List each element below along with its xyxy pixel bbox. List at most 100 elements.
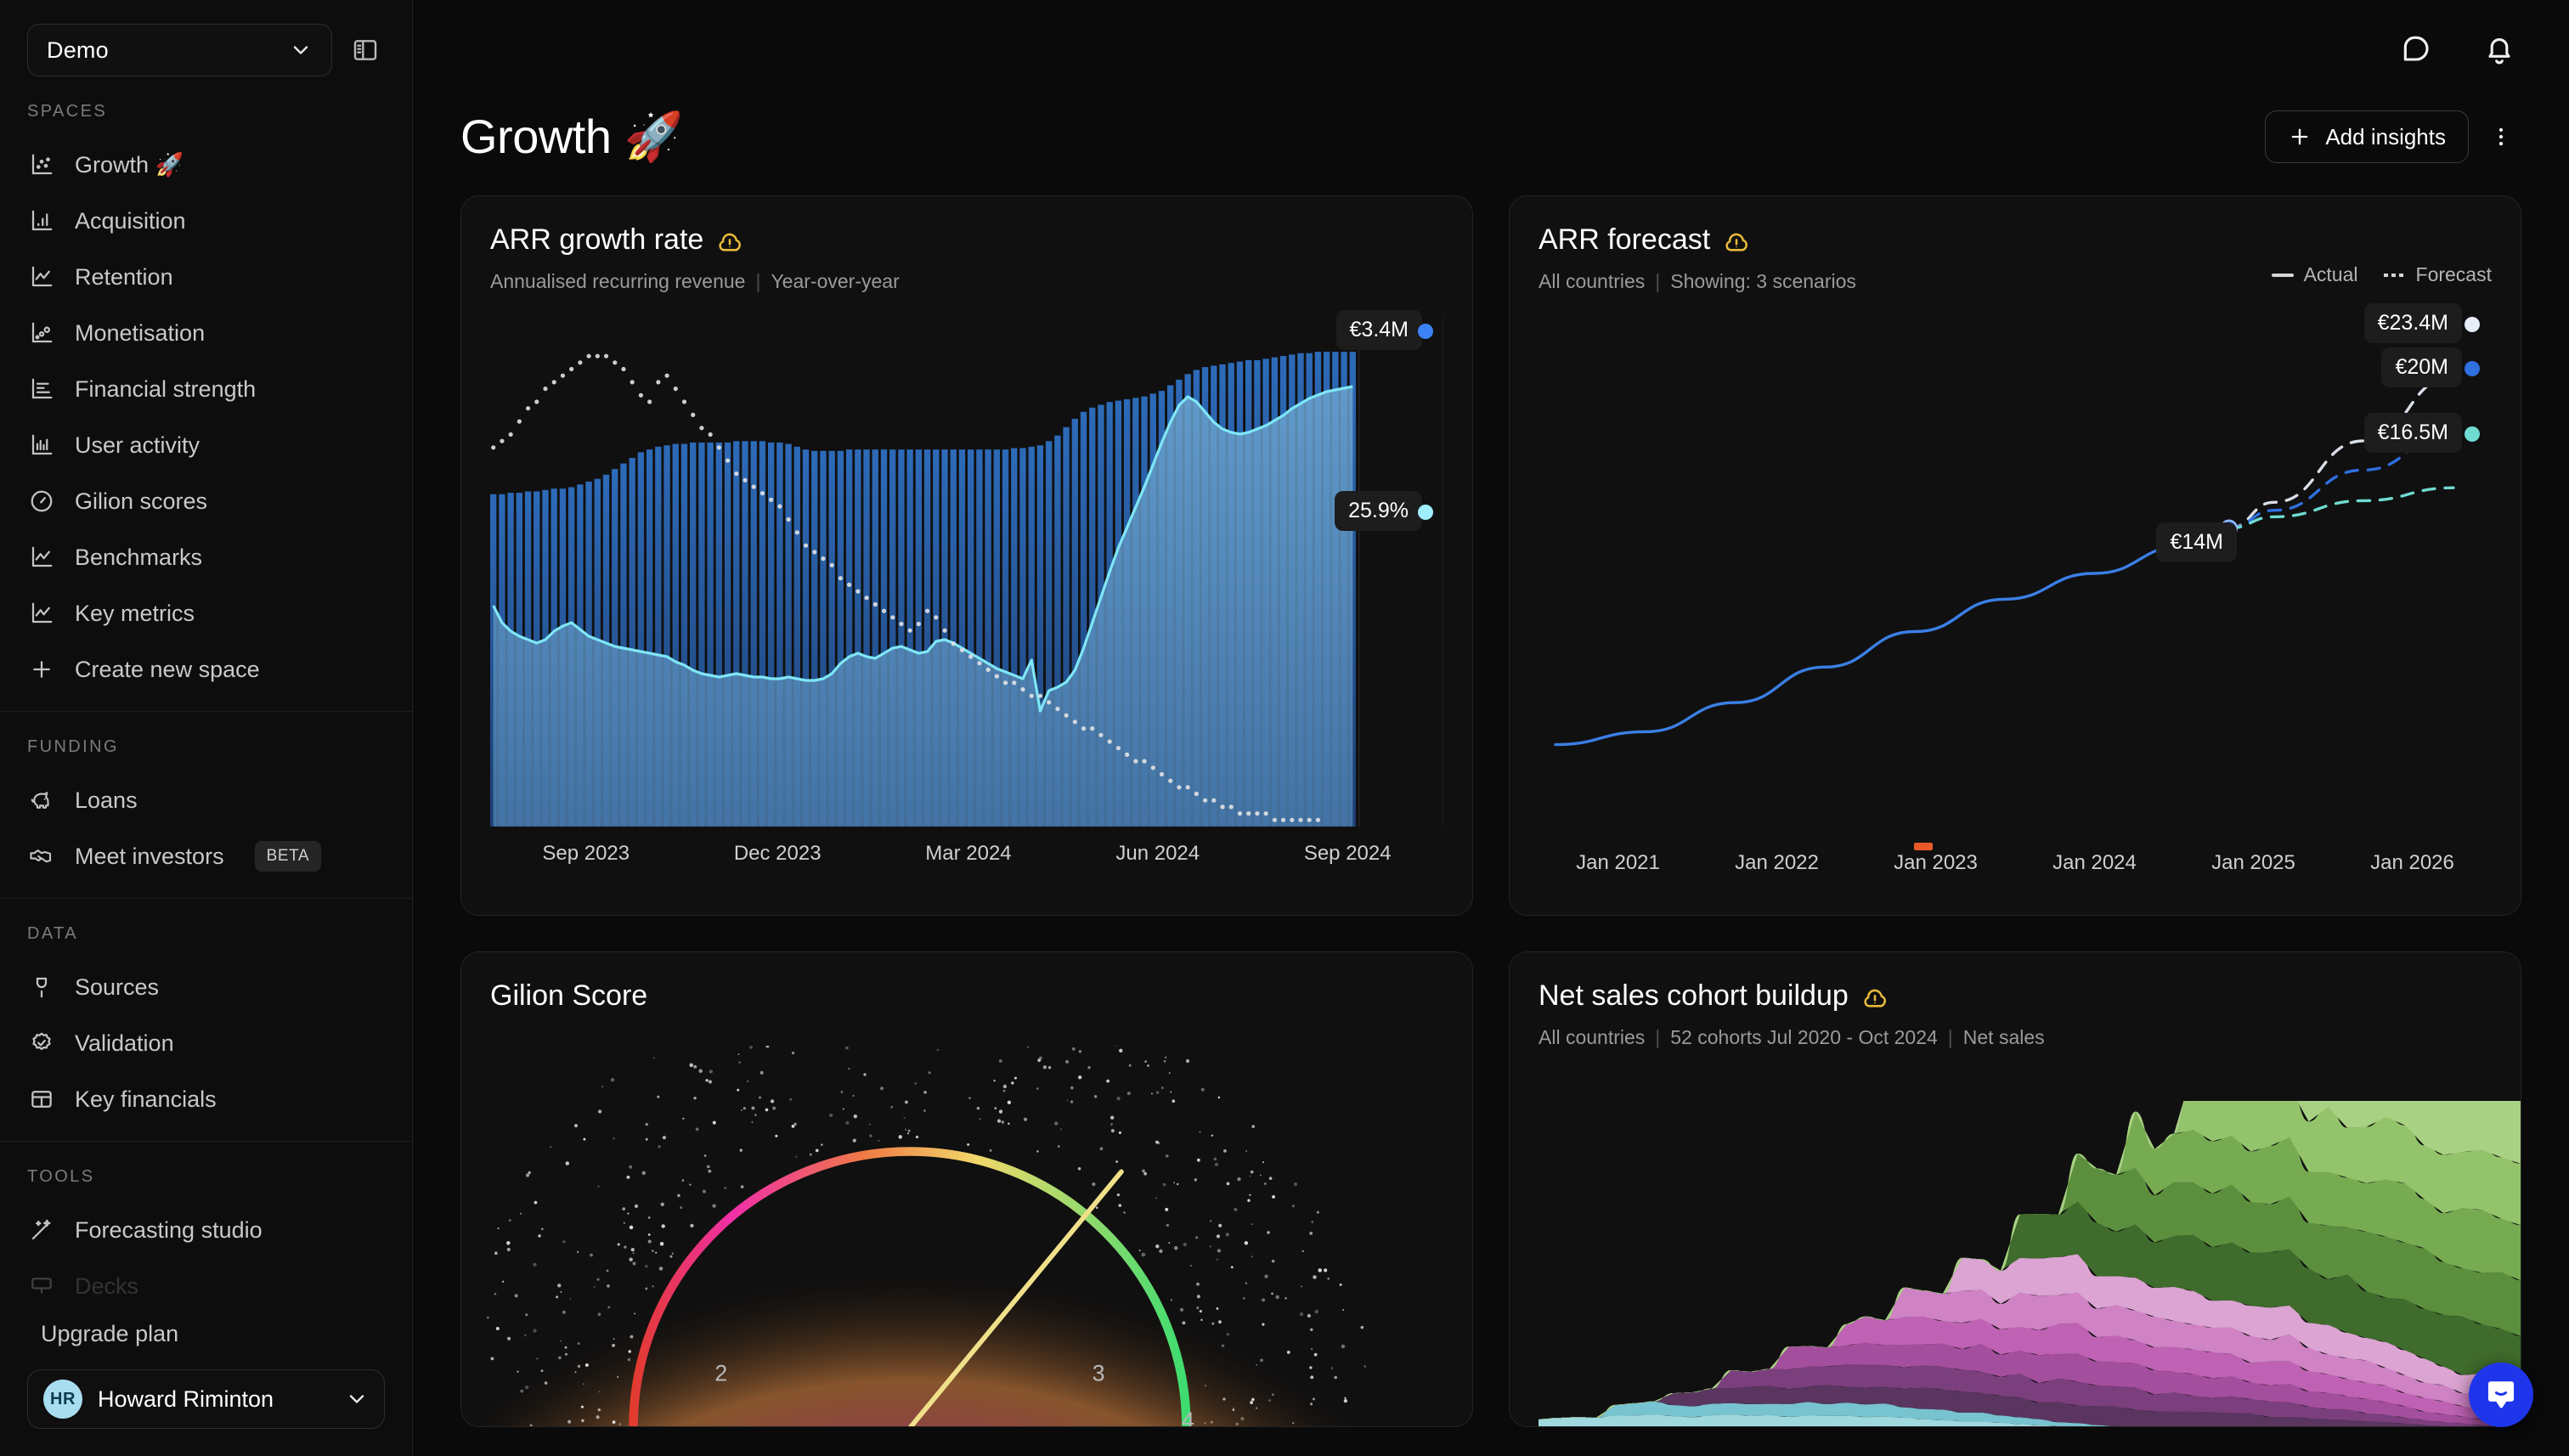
sidebar-item-label: Acquisition: [75, 207, 186, 234]
gauge-icon: [27, 487, 56, 516]
legend-swatch-dotted: [2383, 273, 2406, 277]
insights-grid: ARR growth rate Annualised recurring rev…: [413, 165, 2569, 1427]
sidebar-item-user-activity[interactable]: User activity: [0, 417, 412, 473]
sidebar-group-spaces: SPACES Growth 🚀 Acquisition Retention Mo…: [0, 76, 412, 711]
chevron-down-icon: [289, 38, 313, 62]
chevron-down-icon: [345, 1387, 369, 1411]
sidebar-item-acquisition[interactable]: Acquisition: [0, 193, 412, 249]
sidebar-panel-icon[interactable]: [346, 31, 385, 70]
sidebar-item-label: User activity: [75, 432, 200, 458]
legend-item-actual[interactable]: Actual: [2271, 263, 2358, 286]
forecast-mid-marker: [2465, 361, 2480, 376]
line-chart-icon: [27, 543, 56, 572]
sidebar-item-gilion-scores[interactable]: Gilion scores: [0, 473, 412, 529]
cohort-stream-svg: [1539, 1101, 2521, 1426]
sidebar-item-benchmarks[interactable]: Benchmarks: [0, 529, 412, 585]
warning-cloud-icon: [1860, 982, 1889, 1011]
forecast-high-tag: €23.4M: [2363, 303, 2462, 343]
sidebar-item-sources[interactable]: Sources: [0, 959, 412, 1015]
sidebar-item-label: Growth 🚀: [75, 152, 184, 178]
gauge-tick-label: 2: [714, 1360, 727, 1385]
chart-legend: Actual Forecast: [2271, 263, 2492, 286]
x-tick: Jan 2024: [2052, 850, 2137, 877]
sidebar: Demo SPACES Growth 🚀 Acquisition Retenti…: [0, 0, 413, 1456]
horizontal-bar-icon: [27, 375, 56, 404]
magic-wand-icon: [27, 1216, 56, 1244]
sidebar-footer: Upgrade plan HR Howard Riminton: [0, 1306, 412, 1456]
add-insights-button[interactable]: Add insights: [2265, 110, 2469, 163]
arr-forecast-x-axis: Jan 2021 Jan 2022 Jan 2023 Jan 2024 Jan …: [1539, 850, 2492, 877]
sidebar-item-label: Create new space: [75, 656, 260, 682]
sidebar-item-label: Meet investors: [75, 843, 224, 869]
x-tick: Mar 2024: [925, 842, 1012, 865]
sidebar-item-monetisation[interactable]: Monetisation: [0, 305, 412, 361]
card-title-text: Gilion Score: [490, 979, 648, 1012]
chat-bubble-icon[interactable]: [2396, 28, 2440, 72]
add-insights-label: Add insights: [2325, 123, 2446, 150]
sidebar-item-label: Retention: [75, 263, 173, 290]
line-chart-icon: [27, 262, 56, 291]
subtitle-part: Net sales: [1962, 1026, 2045, 1048]
growth-value-tag: 25.9%: [1335, 491, 1422, 531]
arr-forecast-plot: €14M €23.4M €20M €16.5M: [1539, 303, 2492, 850]
timeline-marker: [1914, 843, 1934, 850]
sidebar-item-decks[interactable]: Decks: [0, 1258, 412, 1306]
sidebar-group-label: SPACES: [27, 102, 108, 121]
sidebar-item-validation[interactable]: Validation: [0, 1015, 412, 1071]
x-tick-text: Jan 2021: [1576, 851, 1660, 874]
intercom-chat-icon[interactable]: [2469, 1363, 2533, 1427]
bubble-chart-icon: [27, 319, 56, 347]
sidebar-item-label: Monetisation: [75, 319, 206, 346]
column-chart-icon: [27, 431, 56, 460]
sidebar-item-label: Forecasting studio: [75, 1216, 263, 1243]
subtitle-part: Year-over-year: [771, 270, 900, 292]
sidebar-item-retention[interactable]: Retention: [0, 249, 412, 305]
legend-item-forecast[interactable]: Forecast: [2383, 263, 2492, 286]
upgrade-plan-link[interactable]: Upgrade plan: [27, 1306, 385, 1369]
user-menu[interactable]: HR Howard Riminton: [27, 1369, 385, 1429]
x-tick-text: Jan 2025: [2211, 851, 2295, 874]
forecast-high-marker: [2465, 317, 2480, 332]
subtitle-separator: |: [1655, 1026, 1661, 1048]
sidebar-item-financial-strength[interactable]: Financial strength: [0, 361, 412, 417]
subtitle-part: Annualised recurring revenue: [490, 270, 746, 292]
sidebar-item-meet-investors[interactable]: Meet investors BETA: [0, 828, 412, 884]
workspace-name: Demo: [47, 37, 109, 63]
page-actions: Add insights: [2265, 110, 2521, 163]
sidebar-item-loans[interactable]: Loans: [0, 772, 412, 828]
x-tick: Sep 2024: [1303, 842, 1392, 865]
bell-icon[interactable]: [2477, 28, 2521, 72]
sidebar-item-label: Loans: [75, 787, 138, 813]
subtitle-part: 52 cohorts Jul 2020 - Oct 2024: [1670, 1026, 1938, 1048]
gauge-tick-label: 3: [1093, 1360, 1105, 1385]
x-tick-text: Jan 2022: [1735, 851, 1819, 874]
plug-icon: [27, 973, 56, 1002]
forecast-low-marker: [2465, 426, 2480, 442]
warning-cloud-icon: [715, 226, 744, 255]
page-header: Growth 🚀 Add insights: [413, 109, 2569, 165]
legend-label: Actual: [2303, 263, 2358, 285]
workspace-selector[interactable]: Demo: [27, 24, 332, 76]
sidebar-item-key-financials[interactable]: Key financials: [0, 1071, 412, 1127]
warning-cloud-icon: [1722, 226, 1751, 255]
x-tick: Sep 2023: [542, 842, 630, 865]
sidebar-item-label: Decks: [75, 1273, 139, 1299]
forecast-mid-tag: €20M: [2381, 347, 2462, 387]
sidebar-group-label: TOOLS: [27, 1167, 95, 1186]
x-tick: Jan 2021: [1576, 850, 1660, 877]
sidebar-item-growth[interactable]: Growth 🚀: [0, 137, 412, 193]
arr-growth-chart-svg: [490, 317, 1443, 827]
sidebar-item-forecasting-studio[interactable]: Forecasting studio: [0, 1202, 412, 1258]
subtitle-separator: |: [1947, 1026, 1953, 1048]
kebab-menu-icon[interactable]: [2481, 113, 2521, 161]
x-tick: Jan 2022: [1735, 850, 1819, 877]
arr-growth-plot: €3.4M 25.9%: [490, 310, 1443, 827]
sidebar-group-data: DATA Sources Validation Key financials: [0, 898, 412, 1141]
forecast-current-tag: €14M: [2156, 522, 2237, 562]
sidebar-item-key-metrics[interactable]: Key metrics: [0, 585, 412, 641]
sidebar-header: Demo: [0, 0, 412, 76]
card-arr-forecast: ARR forecast All countries | Showing: 3 …: [1509, 195, 2521, 916]
card-header: ARR forecast: [1539, 223, 2492, 257]
card-net-sales-cohort-buildup: Net sales cohort buildup All countries |…: [1509, 951, 2521, 1427]
sidebar-item-create-new-space[interactable]: Create new space: [0, 641, 412, 697]
